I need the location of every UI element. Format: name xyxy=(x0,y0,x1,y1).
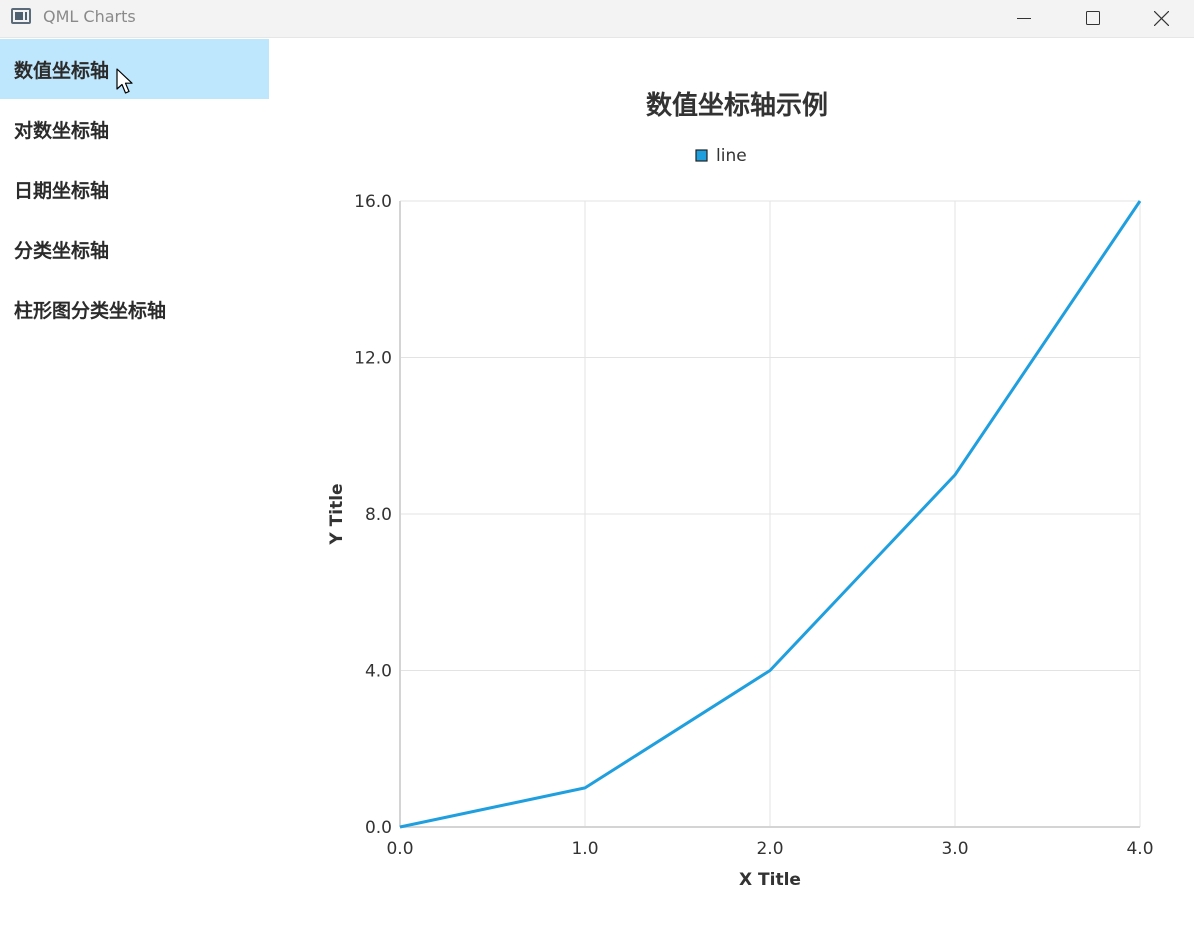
sidebar-item-label: 分类坐标轴 xyxy=(14,239,110,262)
maximize-button[interactable] xyxy=(1059,0,1127,36)
mouse-cursor-icon xyxy=(116,68,133,94)
sidebar-item-label: 柱形图分类坐标轴 xyxy=(14,299,167,322)
x-tick-label: 1.0 xyxy=(571,839,598,859)
x-tick-label: 3.0 xyxy=(941,839,968,859)
legend-marker xyxy=(695,149,708,162)
app-icon xyxy=(11,8,31,24)
app-window: QML Charts 数值坐标轴 对数坐标轴 日期坐标轴 分类坐标轴 柱形图分类… xyxy=(0,0,1194,935)
chart-legend: line xyxy=(695,146,747,166)
y-axis-title: Y Title xyxy=(327,483,347,545)
maximize-icon xyxy=(1086,11,1100,25)
sidebar-item-label: 数值坐标轴 xyxy=(14,59,110,82)
sidebar: 数值坐标轴 对数坐标轴 日期坐标轴 分类坐标轴 柱形图分类坐标轴 xyxy=(0,39,269,935)
sidebar-item-date-axis[interactable]: 日期坐标轴 xyxy=(0,159,269,219)
sidebar-item-log-axis[interactable]: 对数坐标轴 xyxy=(0,99,269,159)
minimize-button[interactable] xyxy=(990,0,1058,36)
chart-title: 数值坐标轴示例 xyxy=(646,91,828,121)
y-tick-label: 8.0 xyxy=(365,505,392,525)
x-tick-label: 4.0 xyxy=(1126,839,1153,859)
chart-tick-labels: 0.0 1.0 2.0 3.0 4.0 0.0 4.0 8.0 12.0 16.0 xyxy=(354,192,1153,859)
sidebar-item-category-axis[interactable]: 分类坐标轴 xyxy=(0,219,269,279)
window-title: QML Charts xyxy=(43,7,136,26)
sidebar-item-label: 日期坐标轴 xyxy=(14,179,110,202)
y-tick-label: 0.0 xyxy=(365,818,392,838)
sidebar-item-label: 对数坐标轴 xyxy=(14,119,110,142)
y-tick-label: 4.0 xyxy=(365,662,392,682)
x-axis-title: X Title xyxy=(739,870,801,890)
chart-view: 数值坐标轴示例 line 0.0 1.0 2.0 3.0 4.0 0.0 4.0 8.0 12.… xyxy=(269,39,1194,935)
line-chart: 数值坐标轴示例 line 0.0 1.0 2.0 3.0 4.0 0.0 4.0 8.0 12.… xyxy=(327,91,1154,890)
chart-grid xyxy=(400,200,1141,827)
minimize-icon xyxy=(1017,18,1031,19)
y-tick-label: 12.0 xyxy=(354,349,392,369)
title-bar[interactable]: QML Charts xyxy=(0,0,1194,38)
sidebar-item-bar-category-axis[interactable]: 柱形图分类坐标轴 xyxy=(0,279,269,339)
x-tick-label: 2.0 xyxy=(756,839,783,859)
close-button[interactable] xyxy=(1127,0,1194,36)
y-tick-label: 16.0 xyxy=(354,192,392,212)
x-tick-label: 0.0 xyxy=(386,839,413,859)
legend-label: line xyxy=(716,146,747,166)
close-icon xyxy=(1153,10,1169,26)
